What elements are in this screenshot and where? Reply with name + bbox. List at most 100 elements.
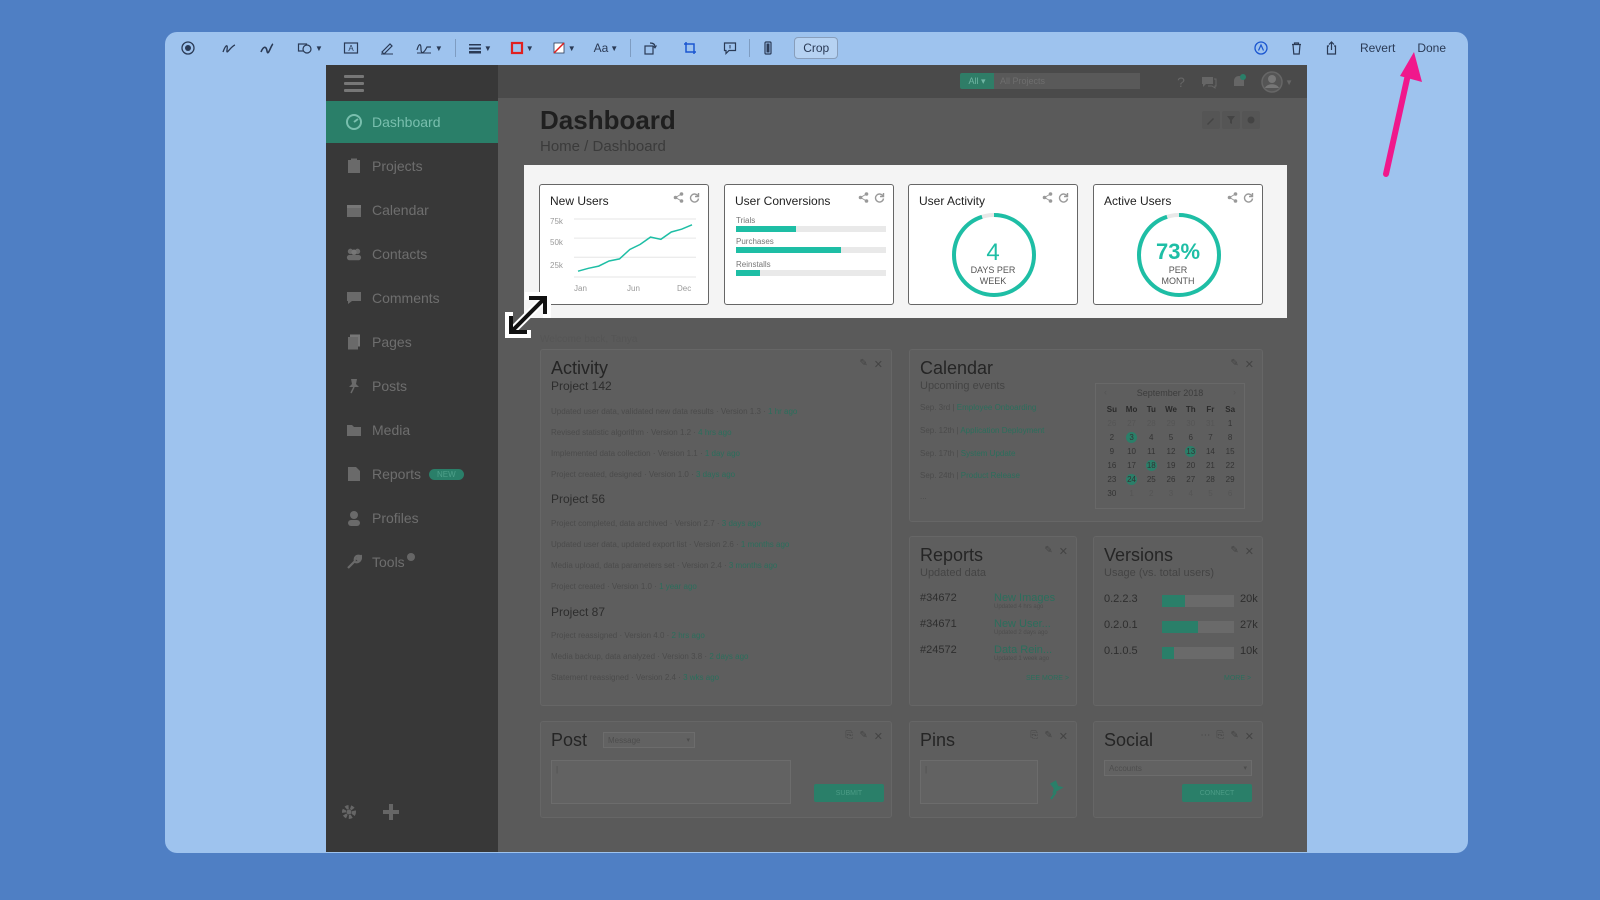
draw-button[interactable] — [255, 37, 279, 59]
calendar-day[interactable]: 8 — [1220, 432, 1240, 443]
close-icon[interactable]: ✕ — [1245, 545, 1254, 558]
text-style-button[interactable]: Aa ▼ — [590, 37, 623, 59]
calendar-day[interactable]: 12 — [1161, 446, 1181, 457]
calendar-day[interactable]: 23 — [1102, 474, 1122, 485]
close-icon[interactable]: ✕ — [1059, 730, 1068, 743]
refresh-icon[interactable] — [874, 192, 885, 203]
calendar-day[interactable]: 24 — [1126, 474, 1138, 485]
share-button[interactable] — [1319, 37, 1344, 59]
share-icon[interactable]: ⋯ — [1200, 730, 1210, 743]
see-more-link[interactable]: SEE MORE > — [1026, 675, 1069, 682]
sidebar-item-calendar[interactable]: Calendar — [326, 189, 498, 231]
calendar-day[interactable]: 3 — [1161, 488, 1181, 499]
annotate-button[interactable] — [1248, 37, 1274, 59]
crop-button[interactable]: Crop — [794, 37, 839, 59]
calendar-day[interactable]: 5 — [1161, 432, 1181, 443]
calendar-day[interactable]: 6 — [1220, 488, 1240, 499]
line-style-button[interactable]: ▼ — [464, 37, 496, 59]
close-icon[interactable]: ✕ — [874, 730, 883, 743]
delete-button[interactable] — [1284, 37, 1309, 59]
sidebar-item-projects[interactable]: Projects — [326, 145, 498, 187]
bell-icon[interactable] — [1231, 74, 1247, 90]
close-icon[interactable]: ✕ — [1059, 545, 1068, 558]
message-type-select[interactable]: Message ▾ — [603, 732, 695, 748]
calendar-day[interactable]: 2 — [1141, 488, 1161, 499]
calendar-day[interactable]: 25 — [1141, 474, 1161, 485]
sidebar-item-posts[interactable]: Posts — [326, 365, 498, 407]
post-textarea[interactable]: | — [551, 760, 791, 804]
close-icon[interactable]: ✕ — [1245, 358, 1254, 371]
avatar[interactable]: ▼ — [1261, 71, 1293, 93]
calendar-day[interactable]: 31 — [1201, 418, 1221, 429]
more-link[interactable]: MORE > — [1224, 675, 1251, 682]
calendar-day[interactable]: 30 — [1181, 418, 1201, 429]
sketch-button[interactable] — [217, 37, 241, 59]
submit-button[interactable]: SUBMIT — [814, 784, 884, 802]
calendar-day[interactable]: 9 — [1102, 446, 1122, 457]
share-icon[interactable] — [858, 192, 869, 203]
event-row[interactable]: Sep. 3rd | Employee Onboarding — [920, 403, 1036, 412]
device-button[interactable] — [758, 37, 778, 59]
calendar-day[interactable]: 19 — [1161, 460, 1181, 471]
hamburger-menu-icon[interactable] — [344, 75, 364, 96]
refresh-icon[interactable] — [1058, 192, 1069, 203]
edit-icon[interactable]: ✎ — [1230, 358, 1238, 371]
calendar-day[interactable]: 13 — [1185, 446, 1197, 457]
border-color-button[interactable]: ▼ — [506, 37, 538, 59]
edit-icon[interactable]: ✎ — [859, 730, 867, 743]
chat-icon[interactable] — [1201, 75, 1217, 89]
fill-color-button[interactable]: ▼ — [548, 37, 580, 59]
help-icon[interactable]: ? — [1175, 75, 1187, 89]
sketch-tool-button[interactable] — [177, 37, 199, 59]
edit-icon[interactable] — [1202, 111, 1220, 129]
search-input[interactable]: All Projects — [994, 73, 1140, 89]
filter-icon[interactable] — [1222, 111, 1240, 129]
share-icon[interactable] — [1042, 192, 1053, 203]
calendar-day[interactable]: 1 — [1122, 488, 1142, 499]
calendar-day[interactable]: 30 — [1102, 488, 1122, 499]
calendar-day[interactable]: 29 — [1220, 474, 1240, 485]
sidebar-item-contacts[interactable]: Contacts — [326, 233, 498, 275]
description-button[interactable] — [719, 37, 741, 59]
next-month-icon[interactable]: › — [1233, 387, 1236, 397]
calendar-day[interactable]: 17 — [1122, 460, 1142, 471]
edit-icon[interactable]: ✎ — [859, 358, 867, 371]
pushpin-icon[interactable] — [1048, 780, 1066, 800]
attach-icon[interactable]: ⎘ — [845, 730, 853, 743]
calendar-day[interactable]: 22 — [1220, 460, 1240, 471]
edit-icon[interactable]: ✎ — [1230, 730, 1238, 743]
calendar-day[interactable]: 21 — [1201, 460, 1221, 471]
calendar-day[interactable]: 27 — [1181, 474, 1201, 485]
pins-textarea[interactable]: | — [920, 760, 1038, 804]
event-row[interactable]: Sep. 24th | Product Release — [920, 471, 1020, 480]
attach-icon[interactable]: ⎘ — [1216, 730, 1224, 743]
calendar-day[interactable]: 1 — [1220, 418, 1240, 429]
share-icon[interactable] — [1227, 192, 1238, 203]
calendar-day[interactable]: 20 — [1181, 460, 1201, 471]
crop-tool-button[interactable] — [679, 37, 701, 59]
calendar-day[interactable]: 14 — [1201, 446, 1221, 457]
calendar-day[interactable]: 5 — [1201, 488, 1221, 499]
sidebar-item-profiles[interactable]: Profiles — [326, 497, 498, 539]
project-search[interactable]: All ▾ All Projects — [960, 73, 1140, 89]
calendar-day[interactable]: 6 — [1181, 432, 1201, 443]
calendar-day[interactable]: 11 — [1141, 446, 1161, 457]
calendar-day[interactable]: 29 — [1161, 418, 1181, 429]
shapes-button[interactable]: ▼ — [293, 37, 327, 59]
calendar-day[interactable]: 28 — [1201, 474, 1221, 485]
close-icon[interactable]: ✕ — [1245, 730, 1254, 743]
sidebar-item-pages[interactable]: Pages — [326, 321, 498, 363]
connect-button[interactable]: CONNECT — [1182, 784, 1252, 802]
sidebar-item-comments[interactable]: Comments — [326, 277, 498, 319]
sidebar-item-media[interactable]: Media — [326, 409, 498, 451]
calendar-day[interactable]: 16 — [1102, 460, 1122, 471]
refresh-icon[interactable] — [689, 192, 700, 203]
calendar-day[interactable]: 26 — [1161, 474, 1181, 485]
calendar-day[interactable]: 7 — [1201, 432, 1221, 443]
calendar-day[interactable]: 15 — [1220, 446, 1240, 457]
rotate-button[interactable] — [639, 37, 661, 59]
settings-icon[interactable] — [1242, 111, 1260, 129]
calendar-day[interactable]: 4 — [1181, 488, 1201, 499]
attach-icon[interactable]: ⎘ — [1030, 730, 1038, 743]
search-filter-chip[interactable]: All ▾ — [960, 73, 994, 89]
